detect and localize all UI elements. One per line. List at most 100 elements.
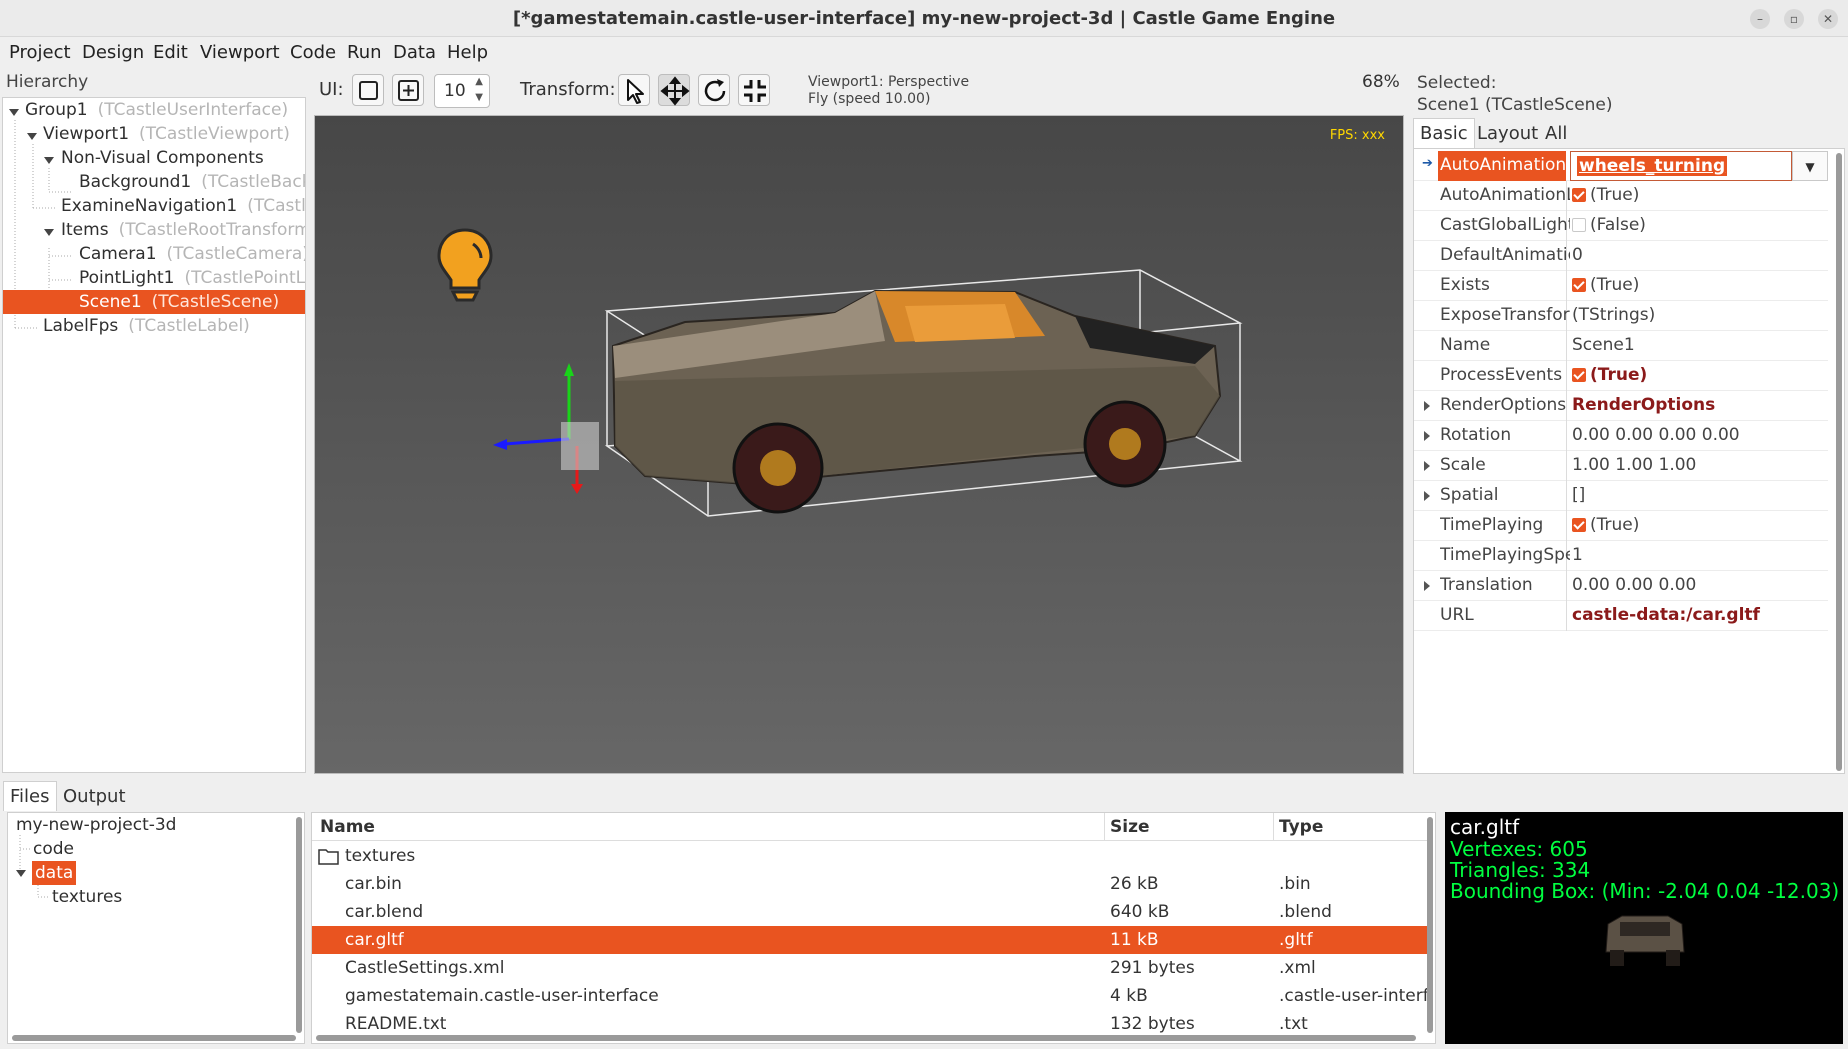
prop-renderoptions[interactable]: RenderOptions RenderOptions [1414, 391, 1828, 421]
menu-design[interactable]: Design [82, 42, 144, 64]
transform-label: Transform: [520, 79, 616, 100]
prop-exposetransforms[interactable]: ExposeTransfor (TStrings) [1414, 301, 1828, 331]
file-row[interactable]: gamestatemain.castle-user-interface 4 kB.… [312, 982, 1427, 1010]
prop-spatial[interactable]: Spatial [] [1414, 481, 1828, 511]
menu-edit[interactable]: Edit [153, 42, 188, 64]
menu-data[interactable]: Data [393, 42, 436, 64]
collapse-icon[interactable] [9, 109, 19, 116]
prop-value: 1.00 1.00 1.00 [1572, 455, 1697, 475]
select-tool-button[interactable] [618, 74, 650, 106]
menu-code[interactable]: Code [290, 42, 336, 64]
rotate-tool-button[interactable] [698, 74, 730, 106]
checkbox-checked[interactable] [1572, 278, 1586, 292]
expand-icon[interactable] [1424, 401, 1430, 411]
tree-item-background1[interactable]: Background1 (TCastleBackg [79, 170, 305, 194]
prop-value: castle-data:/car.gltf [1572, 605, 1760, 625]
close-icon[interactable]: ✕ [1818, 9, 1838, 29]
file-list-hscrollbar[interactable] [316, 1035, 1416, 1041]
collapse-icon[interactable] [16, 870, 26, 877]
move-tool-button[interactable] [658, 74, 690, 106]
expand-icon[interactable] [1424, 431, 1430, 441]
dir-item-textures[interactable]: textures [52, 885, 122, 909]
ui-select-button[interactable] [352, 74, 384, 106]
expand-icon[interactable] [1424, 491, 1430, 501]
tree-item-pointlight1[interactable]: PointLight1 (TCastlePointLi [79, 266, 305, 290]
collapse-icon[interactable] [44, 157, 54, 164]
checkbox-checked[interactable] [1572, 518, 1586, 532]
maximize-icon[interactable]: ▫ [1784, 9, 1804, 29]
file-size: 26 kB [1110, 874, 1159, 894]
checkbox-unchecked[interactable] [1572, 218, 1586, 232]
file-row[interactable]: textures [312, 842, 1427, 870]
prop-name: ExposeTransfor [1440, 305, 1570, 325]
spin-down-icon[interactable]: ▼ [475, 92, 483, 103]
scale-tool-button[interactable] [738, 74, 770, 106]
tree-item-group1[interactable]: Group1 (TCastleUserInterface) [25, 98, 288, 122]
checkbox-checked[interactable] [1572, 188, 1586, 202]
move-icon [660, 76, 690, 106]
tab-output[interactable]: Output [57, 782, 132, 812]
prop-timeplaying[interactable]: TimePlaying (True) [1414, 511, 1828, 541]
expand-icon[interactable] [1424, 461, 1430, 471]
dir-item-code[interactable]: code [33, 837, 74, 861]
prop-castgloballights[interactable]: CastGlobalLight (False) [1414, 211, 1828, 241]
dir-tree-hscrollbar[interactable] [12, 1035, 296, 1041]
prop-rotation[interactable]: Rotation 0.00 0.00 0.00 0.00 [1414, 421, 1828, 451]
property-scrollbar[interactable] [1836, 153, 1842, 771]
ui-add-button[interactable] [392, 74, 424, 106]
column-size[interactable]: Size [1110, 817, 1150, 837]
file-list-scrollbar[interactable] [1427, 817, 1433, 1033]
hierarchy-tree[interactable]: Group1 (TCastleUserInterface) Viewport1 (T… [2, 97, 306, 773]
file-row[interactable]: car.blend 640 kB .blend [312, 898, 1427, 926]
menu-help[interactable]: Help [447, 42, 488, 64]
tab-basic[interactable]: Basic [1413, 118, 1475, 148]
expand-icon[interactable] [1424, 581, 1430, 591]
prop-url[interactable]: URL castle-data:/car.gltf [1414, 601, 1828, 631]
prop-autoanimation[interactable]: ➔ AutoAnimation wheels_turning ▼ [1414, 151, 1828, 181]
checkbox-checked[interactable] [1572, 368, 1586, 382]
tree-item-items[interactable]: Items (TCastleRootTransform [61, 218, 305, 242]
dir-item-project-root[interactable]: my-new-project-3d [16, 813, 176, 837]
menu-viewport[interactable]: Viewport [200, 42, 280, 64]
tree-item-viewport1[interactable]: Viewport1 (TCastleViewport) [43, 122, 290, 146]
prop-exists[interactable]: Exists (True) [1414, 271, 1828, 301]
autoanimation-combobox[interactable]: wheels_turning [1570, 151, 1792, 181]
spin-up-icon[interactable]: ▲ [475, 76, 483, 87]
tab-files[interactable]: Files [3, 781, 57, 811]
tab-layout[interactable]: Layout [1471, 119, 1544, 149]
tree-item-examinenavigation1[interactable]: ExamineNavigation1 (TCastleE [61, 194, 305, 218]
prop-scale[interactable]: Scale 1.00 1.00 1.00 [1414, 451, 1828, 481]
file-list[interactable]: Name Size Type textures car.bin 26 kB .bin… [311, 812, 1436, 1044]
tree-item-non-visual-components[interactable]: Non-Visual Components [61, 146, 264, 170]
prop-defaultanimation[interactable]: DefaultAnimatio 0 [1414, 241, 1828, 271]
minimize-icon[interactable]: – [1750, 9, 1770, 29]
file-row-selected[interactable]: car.gltf 11 kB .gltf [312, 926, 1427, 954]
viewport-3d[interactable]: FPS: xxx [314, 115, 1404, 774]
tree-item-scene1[interactable]: Scene1 (TCastleScene) [3, 290, 305, 314]
chevron-down-icon[interactable]: ▼ [1792, 151, 1828, 181]
snap-spinbox[interactable]: 10 ▲ ▼ [434, 74, 490, 108]
prop-name-row[interactable]: Name Scene1 [1414, 331, 1828, 361]
file-row[interactable]: car.bin 26 kB .bin [312, 870, 1427, 898]
prop-timeplayingspeed[interactable]: TimePlayingSpe 1 [1414, 541, 1828, 571]
prop-autoanimationloop[interactable]: AutoAnimationL (True) [1414, 181, 1828, 211]
prop-processevents[interactable]: ProcessEvents (True) [1414, 361, 1828, 391]
dir-item-data[interactable]: data [32, 861, 77, 885]
column-name[interactable]: Name [320, 817, 375, 837]
car-model[interactable] [315, 116, 1404, 774]
collapse-icon[interactable] [27, 133, 37, 140]
file-row[interactable]: CastleSettings.xml 291 bytes .xml [312, 954, 1427, 982]
column-type[interactable]: Type [1279, 817, 1323, 837]
prop-value: (True) [1572, 515, 1639, 535]
file-row[interactable]: README.txt 132 bytes .txt [312, 1010, 1427, 1038]
directory-tree[interactable]: my-new-project-3d code data textures [7, 812, 305, 1044]
tree-item-name: Camera1 [79, 244, 157, 264]
menu-project[interactable]: Project [9, 42, 71, 64]
dir-tree-scrollbar[interactable] [296, 817, 302, 1033]
prop-translation[interactable]: Translation 0.00 0.00 0.00 [1414, 571, 1828, 601]
collapse-icon[interactable] [44, 229, 54, 236]
tree-item-labelfps[interactable]: LabelFps (TCastleLabel) [43, 314, 250, 338]
menu-run[interactable]: Run [347, 42, 382, 64]
tree-item-camera1[interactable]: Camera1 (TCastleCamera) [79, 242, 305, 266]
tab-all[interactable]: All [1539, 119, 1573, 149]
